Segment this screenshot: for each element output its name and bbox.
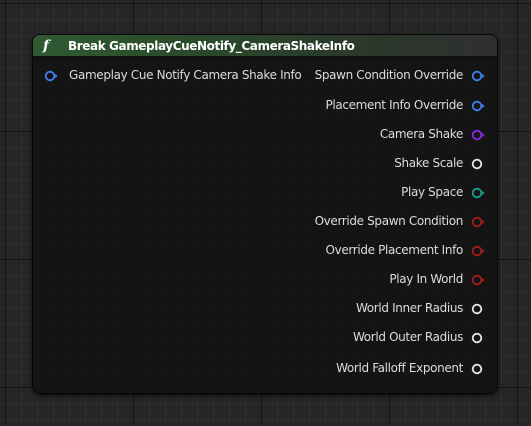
float-output-pin-icon[interactable] xyxy=(471,361,485,375)
output-pin-label: Play Space xyxy=(401,185,463,199)
input-pin-row: Gameplay Cue Notify Camera Shake Info xyxy=(44,68,302,82)
output-pin-play-space: Play Space xyxy=(401,184,485,200)
node-title: Break GameplayCueNotify_CameraShakeInfo xyxy=(68,38,355,53)
class-output-pin-icon[interactable] xyxy=(471,127,485,141)
function-icon: f xyxy=(43,37,50,54)
output-pin-label: World Falloff Exponent xyxy=(336,361,463,375)
output-pin-shake-scale: Shake Scale xyxy=(394,155,485,171)
output-pin-play-in-world: Play In World xyxy=(389,271,485,287)
output-pin-label: Shake Scale xyxy=(394,156,463,170)
struct-input-pin-icon[interactable] xyxy=(44,68,58,82)
output-pin-label: Override Spawn Condition xyxy=(314,214,464,228)
output-pin-camera-shake: Camera Shake xyxy=(380,126,485,142)
bool-output-pin-icon[interactable] xyxy=(471,272,485,286)
break-struct-node[interactable]: f Break GameplayCueNotify_CameraShakeInf… xyxy=(33,35,497,393)
struct-output-pin-icon[interactable] xyxy=(471,68,485,82)
struct-output-pin-icon[interactable] xyxy=(471,98,485,112)
output-pin-label: Override Placement Info xyxy=(325,243,464,257)
output-pin-label: World Inner Radius xyxy=(355,301,463,315)
input-pin-label: Gameplay Cue Notify Camera Shake Info xyxy=(69,68,302,82)
float-output-pin-icon[interactable] xyxy=(471,301,485,315)
output-pin-world-outer-radius: World Outer Radius xyxy=(353,329,485,345)
output-pin-label: Placement Info Override xyxy=(325,98,464,112)
output-pin-placement-info-override: Placement Info Override xyxy=(326,97,486,113)
output-pin-world-inner-radius: World Inner Radius xyxy=(356,300,485,316)
bool-output-pin-icon[interactable] xyxy=(471,243,485,257)
output-pin-override-spawn-condition: Override Spawn Condition xyxy=(315,213,485,229)
output-pin-label: Play In World xyxy=(389,272,463,286)
bool-output-pin-icon[interactable] xyxy=(471,214,485,228)
node-header[interactable]: f Break GameplayCueNotify_CameraShakeInf… xyxy=(33,35,497,57)
output-pin-world-falloff-exponent: World Falloff Exponent xyxy=(336,360,485,376)
output-pin-spawn-condition-override: Spawn Condition Override xyxy=(315,67,485,83)
output-pin-override-placement-info: Override Placement Info xyxy=(326,242,486,258)
output-pin-label: Camera Shake xyxy=(379,127,464,141)
output-pin-label: Spawn Condition Override xyxy=(314,68,464,82)
enum-output-pin-icon[interactable] xyxy=(471,185,485,199)
output-pin-label: World Outer Radius xyxy=(352,330,463,344)
float-output-pin-icon[interactable] xyxy=(471,330,485,344)
float-output-pin-icon[interactable] xyxy=(471,156,485,170)
